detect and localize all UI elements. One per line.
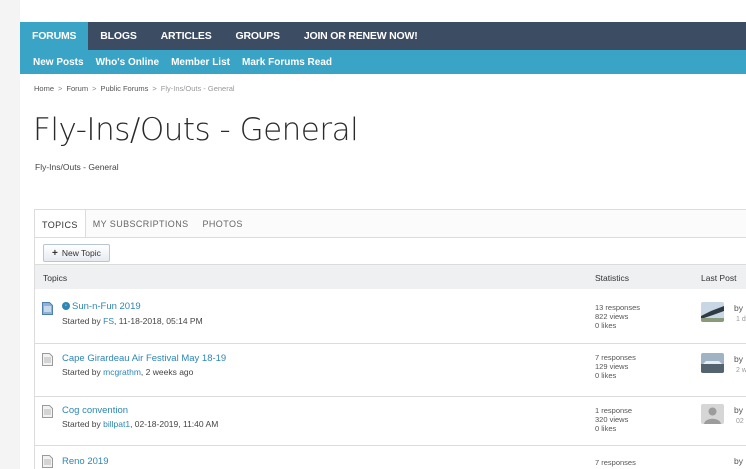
topic-author-link[interactable]: mcgrathm bbox=[103, 367, 141, 377]
breadcrumb-forum[interactable]: Forum bbox=[66, 84, 88, 93]
last-post-date: 02 bbox=[736, 418, 744, 425]
column-last-post[interactable]: Last Post bbox=[701, 273, 736, 283]
topic-started-by: Started by billpat1, 02-18-2019, 11:40 A… bbox=[62, 419, 218, 429]
tab-photos[interactable]: PHOTOS bbox=[196, 210, 250, 238]
views-count: 822 views bbox=[595, 312, 629, 321]
responses-count: 7 responses bbox=[595, 458, 636, 467]
sticky-circle-icon: ◦ bbox=[62, 302, 70, 311]
nav-join-renew[interactable]: JOIN OR RENEW NOW! bbox=[292, 22, 430, 50]
column-statistics: Statistics bbox=[595, 273, 630, 283]
likes-count: 0 likes bbox=[595, 424, 617, 433]
table-row: Reno 2019 7 responses by bbox=[34, 446, 746, 469]
likes-count: 0 likes bbox=[595, 321, 617, 330]
secondary-nav: New Posts Who's Online Member List Mark … bbox=[20, 50, 746, 74]
page-title: Fly-Ins/Outs - General bbox=[33, 112, 359, 148]
nav-mark-forums-read[interactable]: Mark Forums Read bbox=[236, 57, 338, 68]
started-by-label: Started by bbox=[62, 316, 101, 326]
plus-icon: + bbox=[52, 247, 58, 259]
topic-title-text: Sun-n-Fun 2019 bbox=[72, 301, 141, 312]
breadcrumb-separator: > bbox=[92, 84, 97, 93]
topic-statistics: 7 responses 129 views 0 likes bbox=[595, 353, 636, 380]
page: FORUMS BLOGS ARTICLES GROUPS JOIN OR REN… bbox=[0, 0, 746, 469]
views-count: 320 views bbox=[595, 415, 629, 424]
document-icon bbox=[42, 353, 53, 366]
breadcrumb-separator: > bbox=[152, 84, 157, 93]
tab-topics[interactable]: TOPICS bbox=[35, 210, 86, 239]
column-topics: Topics bbox=[43, 273, 68, 283]
breadcrumb-separator: > bbox=[58, 84, 63, 93]
topics-table-header: Topics Statistics Last Post bbox=[34, 264, 746, 290]
last-post-date: 1 d bbox=[736, 316, 746, 323]
default-avatar[interactable] bbox=[701, 404, 724, 424]
last-post-thumbnail[interactable] bbox=[701, 302, 724, 322]
top-spacer bbox=[20, 0, 746, 12]
started-by-label: Started by bbox=[62, 419, 101, 429]
nav-new-posts[interactable]: New Posts bbox=[20, 57, 90, 68]
topic-title-link[interactable]: Cape Girardeau Air Festival May 18-19 bbox=[62, 353, 226, 364]
last-post-by: by bbox=[734, 405, 743, 415]
topic-toolbar: + New Topic bbox=[34, 237, 746, 265]
table-row: Cape Girardeau Air Festival May 18-19 St… bbox=[34, 344, 746, 397]
last-post-by: by bbox=[734, 303, 743, 313]
started-by-label: Started by bbox=[62, 367, 101, 377]
breadcrumb-current: Fly-Ins/Outs - General bbox=[160, 84, 235, 93]
responses-count: 13 responses bbox=[595, 303, 641, 312]
breadcrumb-public-forums[interactable]: Public Forums bbox=[100, 84, 148, 93]
nav-whos-online[interactable]: Who's Online bbox=[90, 57, 166, 68]
topic-statistics: 13 responses 822 views 0 likes bbox=[595, 303, 640, 330]
nav-groups[interactable]: GROUPS bbox=[224, 22, 292, 50]
last-post-by: by bbox=[734, 456, 743, 466]
topic-title-link[interactable]: Cog convention bbox=[62, 405, 128, 416]
topic-title-link[interactable]: ◦ Sun-n-Fun 2019 bbox=[62, 301, 141, 312]
topic-author-link[interactable]: FS bbox=[103, 316, 114, 326]
document-icon bbox=[42, 302, 53, 315]
topic-start-date: , 02-18-2019, 11:40 AM bbox=[130, 419, 219, 429]
nav-articles[interactable]: ARTICLES bbox=[149, 22, 224, 50]
nav-forums[interactable]: FORUMS bbox=[20, 22, 89, 50]
new-topic-label: New Topic bbox=[61, 248, 101, 258]
breadcrumb-home[interactable]: Home bbox=[34, 84, 54, 93]
topic-statistics: 1 response 320 views 0 likes bbox=[595, 406, 632, 433]
topic-start-date: , 2 weeks ago bbox=[140, 367, 194, 377]
last-post-date: 2 w bbox=[736, 367, 746, 374]
topic-started-by: Started by mcgrathm, 2 weeks ago bbox=[62, 367, 193, 377]
nav-blogs[interactable]: BLOGS bbox=[88, 22, 148, 50]
topic-statistics: 7 responses bbox=[595, 458, 636, 467]
left-gutter bbox=[0, 0, 20, 469]
table-row: Cog convention Started by billpat1, 02-1… bbox=[34, 397, 746, 446]
nav-member-list[interactable]: Member List bbox=[165, 57, 236, 68]
last-post-by: by bbox=[734, 354, 743, 364]
document-icon bbox=[42, 455, 53, 468]
document-icon bbox=[42, 405, 53, 418]
table-row: ◦ Sun-n-Fun 2019 Started by FS, 11-18-201… bbox=[34, 289, 746, 344]
topic-author-link[interactable]: billpat1 bbox=[103, 419, 130, 429]
tab-bar: TOPICS MY SUBSCRIPTIONS PHOTOS bbox=[34, 209, 746, 239]
tab-my-subscriptions[interactable]: MY SUBSCRIPTIONS bbox=[86, 210, 196, 238]
responses-count: 7 responses bbox=[595, 353, 636, 362]
topic-start-date: , 11-18-2018, 05:14 PM bbox=[114, 316, 203, 326]
primary-nav: FORUMS BLOGS ARTICLES GROUPS JOIN OR REN… bbox=[20, 22, 746, 50]
responses-count: 1 response bbox=[595, 406, 633, 415]
page-subtitle: Fly-Ins/Outs - General bbox=[35, 162, 119, 172]
views-count: 129 views bbox=[595, 362, 629, 371]
last-post-thumbnail[interactable] bbox=[701, 353, 724, 373]
topic-started-by: Started by FS, 11-18-2018, 05:14 PM bbox=[62, 316, 203, 326]
topic-title-link[interactable]: Reno 2019 bbox=[62, 456, 108, 467]
breadcrumb: Home > Forum > Public Forums > Fly-Ins/Outs - … bbox=[34, 84, 235, 93]
new-topic-button[interactable]: + New Topic bbox=[43, 244, 110, 262]
likes-count: 0 likes bbox=[595, 371, 617, 380]
